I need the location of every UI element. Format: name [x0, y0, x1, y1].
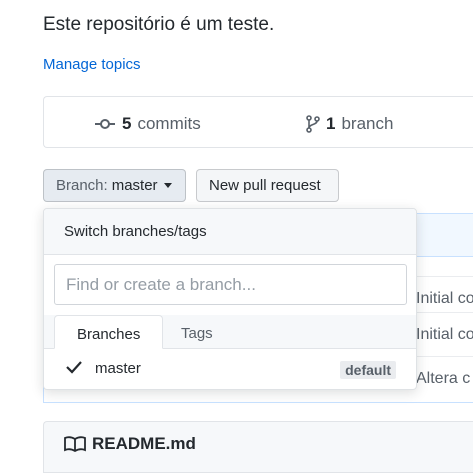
branches-count: 1	[326, 114, 336, 133]
commits-link[interactable]: 5 commits	[94, 114, 201, 134]
dropdown-title: Switch branches/tags	[64, 223, 207, 240]
book-icon	[64, 436, 86, 452]
dropdown-header: Switch branches/tags	[44, 209, 416, 255]
readme-filename: README.md	[92, 434, 196, 453]
branch-select-button[interactable]: Branch: master	[43, 169, 186, 202]
default-badge: default	[340, 361, 396, 379]
check-icon	[66, 361, 82, 374]
branch-item-master[interactable]: master default	[44, 349, 416, 387]
new-pull-request-button[interactable]: New pull request	[196, 169, 339, 202]
branches-link[interactable]: 1 branch	[306, 114, 393, 134]
commit-message[interactable]: Initial co	[416, 290, 473, 308]
branch-name: master	[95, 360, 141, 377]
branch-prefix: Branch:	[56, 177, 108, 194]
caret-down-icon	[163, 183, 172, 188]
repo-description: Este repositório é um teste.	[43, 14, 275, 35]
branch-filter-input[interactable]	[54, 264, 407, 305]
tab-branches[interactable]: Branches	[54, 315, 164, 349]
readme-header: README.md	[43, 421, 473, 473]
repo-summary-bar: 5 commits 1 branch	[43, 96, 473, 148]
tab-tags[interactable]: Tags	[159, 315, 235, 348]
branch-dropdown: Switch branches/tags Branches Tags maste…	[43, 208, 417, 390]
commit-message[interactable]: Initial co	[416, 326, 473, 344]
branches-label: branch	[341, 114, 394, 133]
branch-icon	[306, 115, 320, 133]
readme-title: README.md	[64, 434, 196, 454]
commits-count: 5	[122, 114, 132, 133]
commit-icon	[95, 119, 115, 129]
commits-label: commits	[137, 114, 201, 133]
branch-current: master	[111, 177, 158, 194]
commit-message[interactable]: Altera c	[416, 370, 470, 388]
manage-topics-link[interactable]: Manage topics	[43, 56, 141, 73]
dropdown-tabs: Branches Tags	[44, 315, 416, 349]
